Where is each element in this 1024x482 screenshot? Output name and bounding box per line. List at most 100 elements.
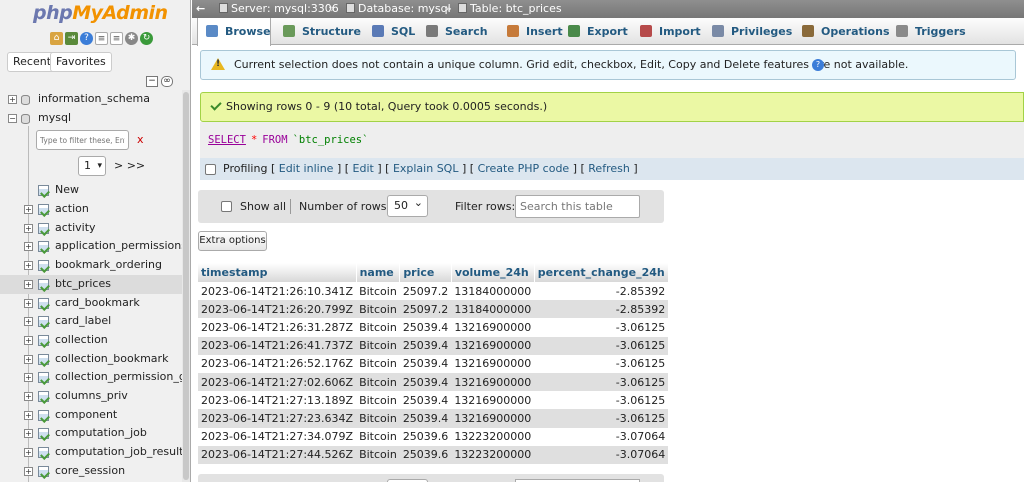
documentation-icon[interactable]: ≡ bbox=[95, 32, 108, 45]
expand-icon[interactable]: + bbox=[24, 261, 33, 271]
expand-icon[interactable]: + bbox=[24, 373, 33, 383]
tree-table-collection[interactable]: + collection bbox=[0, 331, 182, 350]
table-icon[interactable] bbox=[38, 465, 49, 477]
tree-table-label[interactable]: collection bbox=[55, 331, 108, 350]
table-icon[interactable] bbox=[38, 428, 49, 440]
gear-icon[interactable]: ✱ bbox=[125, 32, 138, 45]
tree-table-label[interactable]: action bbox=[55, 200, 89, 219]
back-arrow-icon[interactable]: ← bbox=[196, 0, 205, 18]
tree-db-information-schema[interactable]: + information_schema bbox=[0, 90, 182, 109]
tree-table-btc-prices[interactable]: + btc_prices bbox=[0, 274, 182, 294]
tree-table-label[interactable]: core_session bbox=[55, 462, 125, 481]
phpmyadmin-docs-icon[interactable]: ≡ bbox=[110, 32, 123, 45]
table-icon[interactable] bbox=[38, 260, 49, 272]
sql-query-display[interactable]: SELECT * FROM `btc_prices` bbox=[200, 122, 1024, 158]
expand-icon[interactable]: + bbox=[8, 95, 17, 104]
link-with-main-icon[interactable]: ∞ bbox=[161, 76, 173, 87]
nav-scrollbar-thumb[interactable] bbox=[183, 92, 189, 480]
tree-table-label[interactable]: component bbox=[55, 406, 117, 425]
tree-table-columns-priv[interactable]: + columns_priv bbox=[0, 387, 182, 406]
tree-table-label[interactable]: btc_prices bbox=[55, 275, 111, 294]
tree-table-label[interactable]: card_bookmark bbox=[55, 294, 140, 313]
column-header-percent-change-24h[interactable]: percent_change_24h bbox=[534, 263, 669, 282]
table-icon[interactable] bbox=[38, 204, 49, 216]
rows-per-page-select[interactable]: 50 bbox=[387, 193, 428, 217]
sql-keyword-select[interactable]: SELECT bbox=[208, 134, 246, 146]
tab-privileges[interactable]: Privileges bbox=[704, 18, 792, 45]
breadcrumb-table[interactable]: Table: btc_prices bbox=[458, 0, 562, 18]
table-icon[interactable] bbox=[38, 447, 49, 458]
tree-table-action[interactable]: + action bbox=[0, 200, 182, 219]
tree-table-collection-bookmark[interactable]: + collection_bookmark bbox=[0, 350, 182, 369]
collapse-icon[interactable]: − bbox=[8, 113, 17, 123]
collapse-all-icon[interactable]: − bbox=[146, 76, 158, 87]
clear-filter-button[interactable]: x bbox=[137, 133, 144, 146]
tree-table-application-permissions-re[interactable]: + application_permissions_re bbox=[0, 237, 190, 256]
table-icon[interactable] bbox=[38, 222, 49, 234]
tree-table-core-session[interactable]: + core_session bbox=[0, 462, 182, 481]
filter-rows-input[interactable]: Search this table bbox=[515, 195, 640, 218]
help-icon[interactable]: ? bbox=[812, 59, 824, 71]
tab-browse[interactable]: Browse bbox=[197, 18, 271, 46]
expand-icon[interactable]: + bbox=[24, 205, 33, 215]
tree-table-bookmark-ordering[interactable]: + bookmark_ordering bbox=[0, 256, 182, 275]
expand-icon[interactable]: + bbox=[24, 391, 33, 401]
home-icon[interactable]: ⌂ bbox=[50, 32, 63, 45]
table-icon[interactable] bbox=[38, 316, 49, 328]
refresh-link[interactable]: Refresh bbox=[588, 162, 630, 175]
nav-scrollbar[interactable] bbox=[182, 90, 190, 482]
show-all-label[interactable]: Show all bbox=[240, 200, 286, 213]
tab-triggers[interactable]: Triggers bbox=[888, 18, 966, 45]
expand-icon[interactable]: + bbox=[24, 410, 33, 420]
expand-icon[interactable]: + bbox=[24, 298, 33, 308]
tree-table-label[interactable]: bookmark_ordering bbox=[55, 256, 162, 275]
expand-icon[interactable]: + bbox=[24, 429, 33, 439]
help-icon[interactable]: ? bbox=[80, 32, 93, 45]
table-icon[interactable] bbox=[38, 241, 49, 253]
column-header-name[interactable]: name bbox=[356, 263, 401, 282]
tree-table-label[interactable]: computation_job bbox=[55, 424, 147, 443]
profiling-checkbox[interactable] bbox=[205, 164, 216, 175]
favorite-tables-button[interactable]: Favorites bbox=[50, 52, 112, 72]
tab-structure[interactable]: Structure bbox=[275, 18, 361, 45]
breadcrumb-server[interactable]: Server: mysql:3306 bbox=[219, 0, 339, 18]
show-all-checkbox[interactable] bbox=[221, 201, 232, 212]
expand-icon[interactable]: + bbox=[24, 335, 33, 345]
tree-table-card-label[interactable]: + card_label bbox=[0, 312, 182, 331]
table-filter-input[interactable] bbox=[36, 130, 129, 151]
create-php-code-link[interactable]: Create PHP code bbox=[478, 162, 570, 175]
table-icon[interactable] bbox=[38, 278, 49, 290]
edit-link[interactable]: Edit bbox=[353, 162, 374, 175]
column-header-timestamp[interactable]: timestamp bbox=[198, 263, 357, 282]
tree-table-label[interactable]: application_permissions_re bbox=[55, 237, 190, 256]
tab-import[interactable]: Import bbox=[632, 18, 701, 45]
tree-table-collection-permission-grap[interactable]: + collection_permission_grap bbox=[0, 368, 190, 387]
tree-new-table[interactable]: New bbox=[0, 181, 182, 200]
expand-icon[interactable]: + bbox=[24, 354, 33, 364]
tree-table-label[interactable]: card_label bbox=[55, 312, 111, 331]
tree-table-label[interactable]: computation_job_result bbox=[55, 443, 183, 462]
explain-sql-link[interactable]: Explain SQL bbox=[393, 162, 459, 175]
phpmyadmin-logo[interactable]: phpMyAdmin bbox=[33, 2, 168, 24]
tab-export[interactable]: Export bbox=[560, 18, 628, 45]
reload-icon[interactable]: ↻ bbox=[140, 32, 153, 45]
breadcrumb-database[interactable]: Database: mysql bbox=[346, 0, 451, 18]
expand-icon[interactable]: + bbox=[24, 242, 33, 252]
tree-table-label[interactable]: collection_bookmark bbox=[55, 350, 168, 369]
table-icon[interactable] bbox=[38, 390, 49, 402]
tree-table-activity[interactable]: + activity bbox=[0, 219, 182, 238]
table-icon[interactable] bbox=[38, 409, 49, 421]
expand-icon[interactable]: + bbox=[24, 223, 33, 233]
edit-inline-link[interactable]: Edit inline bbox=[279, 162, 334, 175]
expand-icon[interactable]: + bbox=[24, 466, 33, 476]
tab-search[interactable]: Search bbox=[418, 18, 492, 45]
tree-table-computation-job-result[interactable]: + computation_job_result bbox=[0, 443, 183, 462]
expand-icon[interactable]: + bbox=[24, 279, 33, 289]
column-header-volume-24h[interactable]: volume_24h bbox=[451, 263, 535, 282]
log-out-icon[interactable]: ⇥ bbox=[65, 32, 78, 45]
table-icon[interactable] bbox=[38, 372, 49, 384]
tree-table-label[interactable]: columns_priv bbox=[55, 387, 128, 406]
tree-table-label[interactable]: activity bbox=[55, 219, 96, 238]
tree-table-computation-job[interactable]: + computation_job bbox=[0, 424, 182, 443]
expand-icon[interactable]: + bbox=[24, 317, 33, 327]
